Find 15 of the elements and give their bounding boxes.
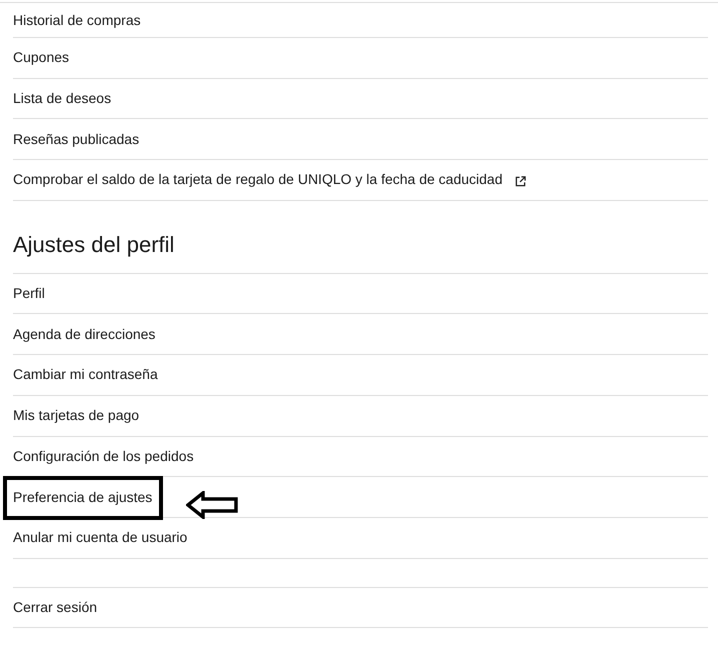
section-heading: Ajustes del perfil <box>13 230 176 259</box>
menu-link[interactable]: Configuración de los pedidos <box>13 446 194 467</box>
menu-link[interactable]: Historial de compras <box>13 10 141 30</box>
arrow-icon <box>186 491 238 520</box>
menu-link[interactable]: Cambiar mi contraseña <box>13 364 158 386</box>
menu-link[interactable]: Cerrar sesión <box>13 596 98 618</box>
menu-link[interactable]: Reseñas publicadas <box>13 128 140 150</box>
menu-link[interactable]: Perfil <box>13 283 45 304</box>
menu-link[interactable]: Anular mi cuenta de usuario <box>13 527 188 548</box>
menu-link[interactable]: Lista de deseos <box>13 88 112 110</box>
menu-link[interactable]: Cupones <box>13 47 70 68</box>
menu-link[interactable]: Mis tarjetas de pago <box>13 405 140 426</box>
menu-link[interactable]: Preferencia de ajustes <box>13 486 152 508</box>
menu-link[interactable]: Comprobar el saldo de la tarjeta de regalo de UNIQLO y la fecha de caducidad <box>13 169 503 190</box>
menu-link[interactable]: Agenda de direcciones <box>13 324 156 345</box>
